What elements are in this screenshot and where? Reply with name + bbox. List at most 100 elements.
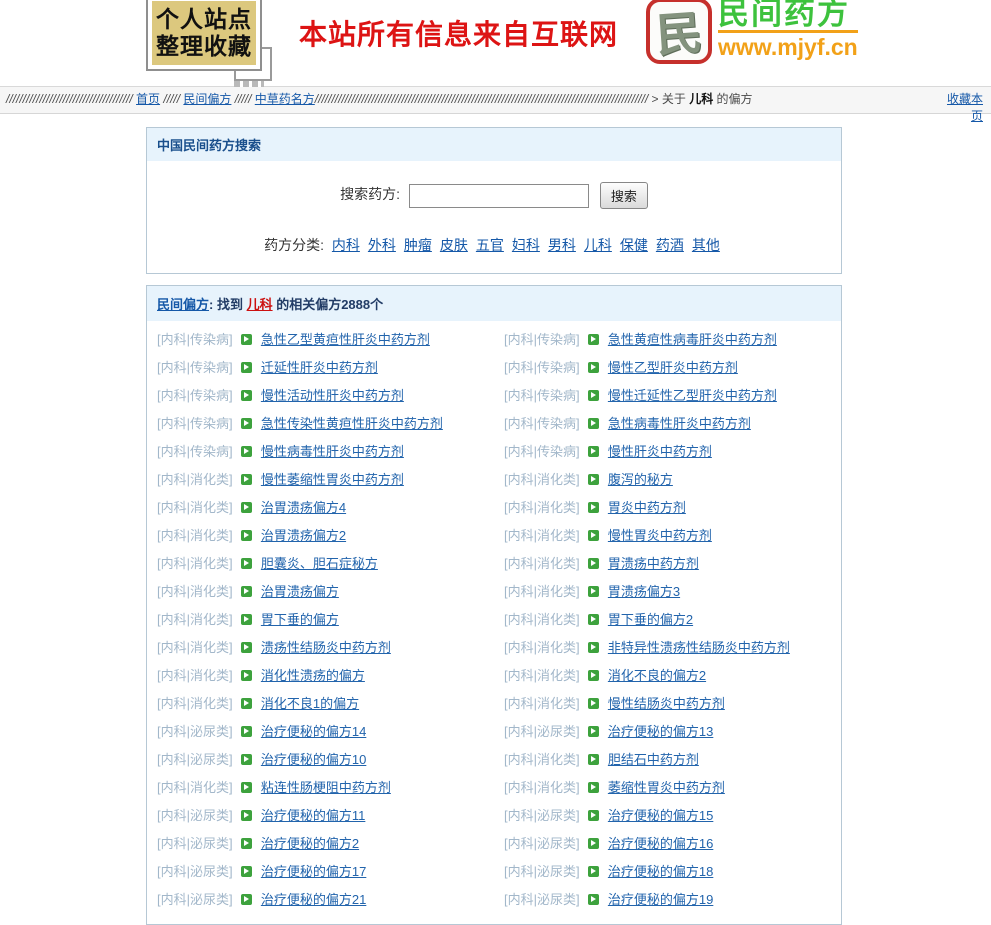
remedy-link[interactable]: 萎缩性胃炎中药方剂 bbox=[608, 780, 725, 795]
remedy-link[interactable]: 慢性肝炎中药方剂 bbox=[608, 444, 712, 459]
remedy-link[interactable]: 治疗便秘的偏方16 bbox=[608, 836, 713, 851]
remedy-link[interactable]: 粘连性肠梗阻中药方剂 bbox=[261, 780, 391, 795]
remedy-link[interactable]: 急性乙型黄疸性肝炎中药方剂 bbox=[261, 332, 430, 347]
remedy-link[interactable]: 治疗便秘的偏方11 bbox=[261, 808, 366, 823]
search-input[interactable] bbox=[409, 184, 589, 208]
item-category-tag: [内科|消化类] bbox=[157, 612, 233, 627]
remedy-link[interactable]: 治疗便秘的偏方21 bbox=[261, 892, 366, 907]
list-item: [内科|泌尿类] 治疗便秘的偏方16 bbox=[494, 830, 841, 858]
remedy-link[interactable]: 消化不良1的偏方 bbox=[261, 696, 359, 711]
category-link[interactable]: 儿科 bbox=[584, 237, 612, 253]
remedy-link[interactable]: 慢性胃炎中药方剂 bbox=[608, 528, 712, 543]
remedy-link[interactable]: 慢性迁延性乙型肝炎中药方剂 bbox=[608, 388, 777, 403]
bookmark-page-link[interactable]: 收藏本页 bbox=[941, 91, 983, 125]
remedy-link[interactable]: 治胃溃疡偏方4 bbox=[261, 500, 346, 515]
remedy-link[interactable]: 慢性结肠炎中药方剂 bbox=[608, 696, 725, 711]
remedy-link[interactable]: 腹泻的秘方 bbox=[608, 472, 673, 487]
category-link[interactable]: 五官 bbox=[476, 237, 504, 253]
green-arrow-bullet-icon bbox=[588, 418, 599, 429]
remedy-link[interactable]: 消化性溃疡的偏方 bbox=[261, 668, 365, 683]
remedy-link[interactable]: 胃溃疡中药方剂 bbox=[608, 556, 699, 571]
remedy-link[interactable]: 治胃溃疡偏方 bbox=[261, 584, 339, 599]
green-arrow-bullet-icon bbox=[241, 614, 252, 625]
category-link[interactable]: 药酒 bbox=[656, 237, 684, 253]
remedy-link[interactable]: 慢性病毒性肝炎中药方剂 bbox=[261, 444, 404, 459]
nav-link-folk-remedies[interactable]: 民间偏方 bbox=[183, 92, 231, 106]
list-item: [内科|消化类] 胃下垂的偏方 bbox=[147, 606, 494, 634]
item-category-tag: [内科|泌尿类] bbox=[157, 892, 233, 907]
category-link[interactable]: 外科 bbox=[368, 237, 396, 253]
list-item: [内科|泌尿类] 治疗便秘的偏方2 bbox=[147, 830, 494, 858]
remedy-link[interactable]: 胃炎中药方剂 bbox=[608, 500, 686, 515]
results-header: 民间偏方: 找到 儿科 的相关偏方2888个 bbox=[147, 286, 841, 321]
site-logo[interactable]: 民 民间药方 www.mjyf.cn bbox=[646, 0, 858, 64]
item-category-tag: [内科|传染病] bbox=[504, 444, 580, 459]
nav-tail-pre: > 关于 bbox=[648, 92, 689, 106]
remedy-link[interactable]: 治胃溃疡偏方2 bbox=[261, 528, 346, 543]
category-label: 药方分类: bbox=[264, 237, 324, 253]
green-arrow-bullet-icon bbox=[588, 670, 599, 681]
list-item: [内科|传染病] 慢性活动性肝炎中药方剂 bbox=[147, 382, 494, 410]
remedy-link[interactable]: 胃下垂的偏方 bbox=[261, 612, 339, 627]
remedy-link[interactable]: 慢性活动性肝炎中药方剂 bbox=[261, 388, 404, 403]
remedy-link[interactable]: 胃溃疡偏方3 bbox=[608, 584, 680, 599]
remedy-link[interactable]: 治疗便秘的偏方14 bbox=[261, 724, 366, 739]
list-item: [内科|传染病] 迁延性肝炎中药方剂 bbox=[147, 354, 494, 382]
list-item: [内科|传染病] 急性病毒性肝炎中药方剂 bbox=[494, 410, 841, 438]
remedy-link[interactable]: 消化不良的偏方2 bbox=[608, 668, 706, 683]
green-arrow-bullet-icon bbox=[241, 586, 252, 597]
green-arrow-bullet-icon bbox=[588, 530, 599, 541]
remedy-link[interactable]: 治疗便秘的偏方15 bbox=[608, 808, 713, 823]
results-header-link[interactable]: 民间偏方 bbox=[157, 297, 209, 312]
nav-link-herbal-recipes[interactable]: 中草药名方 bbox=[255, 92, 315, 106]
nav-link-home[interactable]: 首页 bbox=[136, 92, 160, 106]
remedy-link[interactable]: 治疗便秘的偏方13 bbox=[608, 724, 713, 739]
remedy-link[interactable]: 治疗便秘的偏方19 bbox=[608, 892, 713, 907]
remedy-link[interactable]: 慢性乙型肝炎中药方剂 bbox=[608, 360, 738, 375]
list-item: [内科|消化类] 消化不良的偏方2 bbox=[494, 662, 841, 690]
remedy-link[interactable]: 治疗便秘的偏方18 bbox=[608, 864, 713, 879]
category-link[interactable]: 妇科 bbox=[512, 237, 540, 253]
remedy-link[interactable]: 胆结石中药方剂 bbox=[608, 752, 699, 767]
site-notice-banner: 本站所有信息来自互联网 bbox=[299, 13, 618, 53]
remedy-link[interactable]: 急性黄疸性病毒肝炎中药方剂 bbox=[608, 332, 777, 347]
category-link[interactable]: 保健 bbox=[620, 237, 648, 253]
remedy-link[interactable]: 治疗便秘的偏方10 bbox=[261, 752, 366, 767]
list-item: [内科|消化类] 消化性溃疡的偏方 bbox=[147, 662, 494, 690]
results-keyword-link[interactable]: 儿科 bbox=[247, 297, 273, 312]
green-arrow-bullet-icon bbox=[588, 586, 599, 597]
item-category-tag: [内科|传染病] bbox=[157, 416, 233, 431]
item-category-tag: [内科|泌尿类] bbox=[504, 836, 580, 851]
green-arrow-bullet-icon bbox=[588, 642, 599, 653]
category-link[interactable]: 男科 bbox=[548, 237, 576, 253]
item-category-tag: [内科|消化类] bbox=[157, 780, 233, 795]
remedy-link[interactable]: 迁延性肝炎中药方剂 bbox=[261, 360, 378, 375]
item-category-tag: [内科|传染病] bbox=[504, 416, 580, 431]
remedy-link[interactable]: 急性传染性黄疸性肝炎中药方剂 bbox=[261, 416, 443, 431]
item-category-tag: [内科|泌尿类] bbox=[157, 752, 233, 767]
remedy-link[interactable]: 胆囊炎、胆石症秘方 bbox=[261, 556, 378, 571]
remedy-link[interactable]: 治疗便秘的偏方17 bbox=[261, 864, 366, 879]
list-item: [内科|传染病] 慢性乙型肝炎中药方剂 bbox=[494, 354, 841, 382]
category-link[interactable]: 肿瘤 bbox=[404, 237, 432, 253]
green-arrow-bullet-icon bbox=[588, 866, 599, 877]
remedy-link[interactable]: 溃疡性结肠炎中药方剂 bbox=[261, 640, 391, 655]
remedy-link[interactable]: 急性病毒性肝炎中药方剂 bbox=[608, 416, 751, 431]
remedy-link[interactable]: 慢性萎缩性胃炎中药方剂 bbox=[261, 472, 404, 487]
category-link[interactable]: 其他 bbox=[692, 237, 720, 253]
remedy-link[interactable]: 非特异性溃疡性结肠炎中药方剂 bbox=[608, 640, 790, 655]
category-link[interactable]: 内科 bbox=[332, 237, 360, 253]
category-link[interactable]: 皮肤 bbox=[440, 237, 468, 253]
item-category-tag: [内科|消化类] bbox=[504, 640, 580, 655]
green-arrow-bullet-icon bbox=[241, 334, 252, 345]
nav-separator-1: ///// bbox=[160, 92, 183, 106]
personal-site-badge: 个人站点 整理收藏 bbox=[146, 0, 262, 71]
list-item: [内科|泌尿类] 治疗便秘的偏方11 bbox=[147, 802, 494, 830]
search-button[interactable]: 搜索 bbox=[600, 182, 648, 209]
remedy-link[interactable]: 胃下垂的偏方2 bbox=[608, 612, 693, 627]
category-links: 内科外科肿瘤皮肤五官妇科男科儿科保健药酒其他 bbox=[328, 237, 724, 253]
remedy-link[interactable]: 治疗便秘的偏方2 bbox=[261, 836, 359, 851]
green-arrow-bullet-icon bbox=[588, 390, 599, 401]
list-item: [内科|泌尿类] 治疗便秘的偏方17 bbox=[147, 858, 494, 886]
item-category-tag: [内科|消化类] bbox=[157, 528, 233, 543]
